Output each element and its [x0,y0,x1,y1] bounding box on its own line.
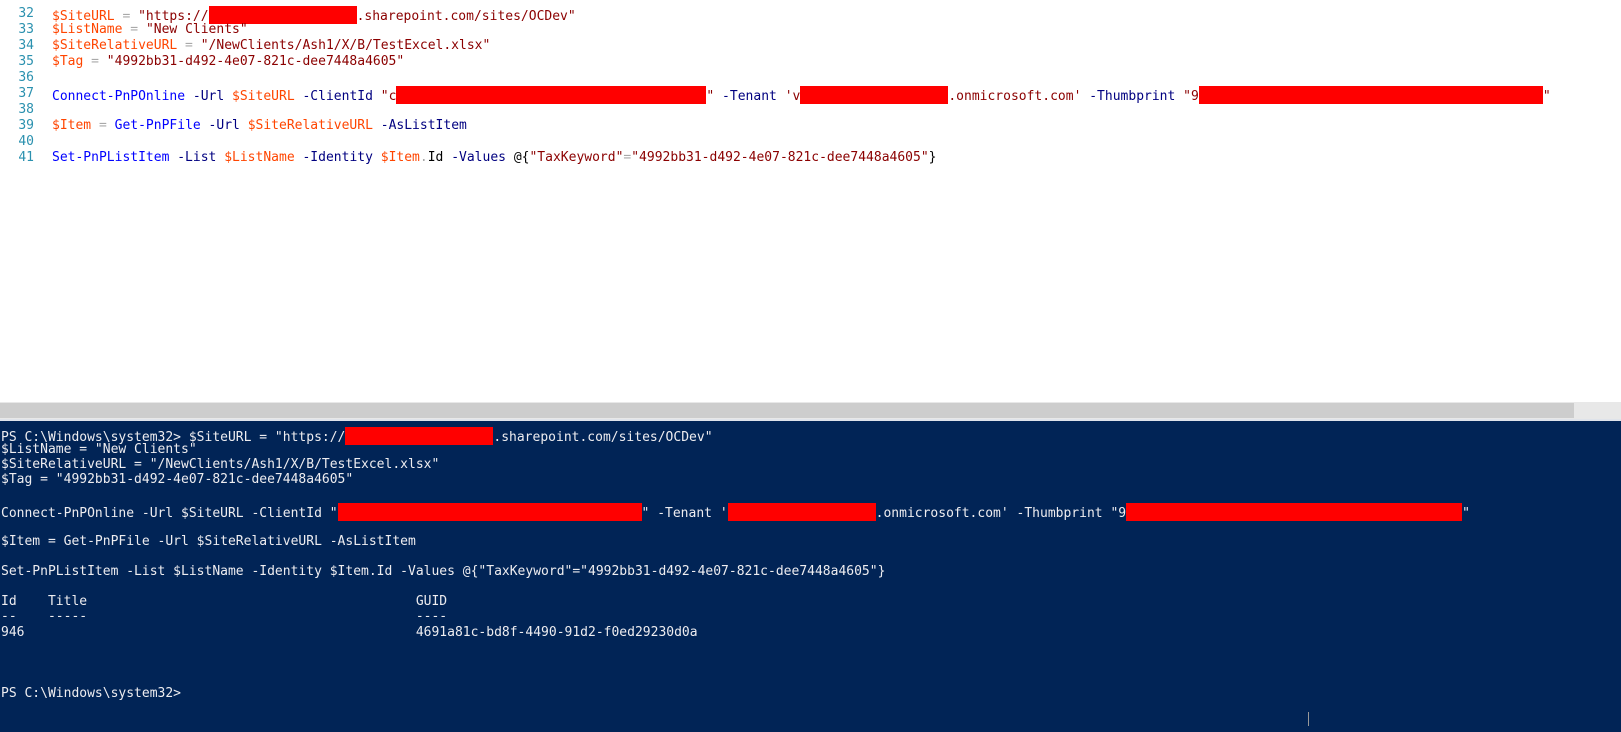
console-line: -- ----- ---- [1,609,447,625]
code-token: Set-PnPListItem [52,150,170,165]
code-token: "c [380,89,397,104]
line-number: 40 [18,134,34,149]
code-text: $ListName = "New Clients" [52,22,248,38]
redaction-box [727,503,876,521]
line-number: 37 [18,86,34,101]
code-text: $Item = Get-PnPFile -Url $SiteRelativeUR… [52,118,467,134]
code-token: -AsListItem [372,118,467,133]
code-token: "TaxKeyword" [529,150,624,165]
console-line: Id Title GUID [1,594,447,610]
line-number: 33 [18,22,34,37]
code-text: $Tag = "4992bb31-d492-4e07-821c-dee7448a… [52,54,404,70]
code-token: = [83,54,107,69]
code-token: . [419,150,428,165]
code-token: "/NewClients/Ash1/X/B/TestExcel.xlsx" [200,38,491,53]
code-token: "9 [1183,89,1199,104]
console-text: $Item = Get-PnPFile -Url $SiteRelativeUR… [1,534,416,549]
code-token: Id [427,150,444,165]
console-line: 946 4691a81c-bd8f-4490-91d2-f0ed29230d0a [1,625,698,641]
console-text: " -Tenant ' [641,506,728,521]
redaction-box [800,86,949,104]
horizontal-scrollbar[interactable] [0,402,1621,419]
code-token: " [1542,89,1551,104]
line-number: 32 [18,6,34,21]
code-token: Get-PnPFile [114,118,201,133]
line-number: 34 [18,38,34,53]
redaction-box [337,503,642,521]
code-token: -Url [200,118,248,133]
line-number: 35 [18,54,34,69]
line-number: 36 [18,70,34,85]
code-text: Connect-PnPOnline -Url $SiteURL -ClientI… [52,86,1551,105]
code-token: .sharepoint.com/sites/OCDev" [356,9,576,24]
code-token: "New Clients" [145,22,248,37]
code-token: -Url [185,89,233,104]
console-text: Id Title GUID [1,594,448,609]
console-line: PS C:\Windows\system32> $SiteURL = "http… [1,427,713,445]
code-token: -Thumbprint [1081,89,1184,104]
code-token: 'v [784,89,801,104]
code-token: "4992bb31-d492-4e07-821c-dee7448a4605" [631,150,929,165]
console-line: PS C:\Windows\system32> [1,686,181,702]
console-text: 946 4691a81c-bd8f-4490-91d2-f0ed29230d0a [1,625,698,640]
code-token: } [928,150,937,165]
code-token: $SiteRelativeURL [52,38,178,53]
code-token: = [91,118,115,133]
code-token: $Item [380,150,420,165]
code-token: $Tag [52,54,84,69]
redaction-box [1198,86,1543,104]
code-token: $Item [52,118,92,133]
code-token: .onmicrosoft.com' [948,89,1082,104]
code-token: @{ [513,150,530,165]
console-line: $Tag = "4992bb31-d492-4e07-821c-dee7448a… [1,472,353,488]
code-token: $ListName [52,22,123,37]
console-text: $Tag = "4992bb31-d492-4e07-821c-dee7448a… [1,472,354,487]
code-token: = [177,38,201,53]
code-token: $SiteRelativeURL [247,118,373,133]
redaction-box [1126,503,1463,521]
console-text: .sharepoint.com/sites/OCDev" [493,430,713,445]
script-editor-pane[interactable]: 32 $SiteURL = "https://.sharepoint.com/si… [0,0,1621,402]
code-token: -Values [443,150,514,165]
console-text: $ListName = "New Clients" [1,442,197,457]
console-text: PS C:\Windows\system32> [1,686,182,701]
line-number: 41 [18,150,34,165]
line-number: 38 [18,102,34,117]
scrollbar-thumb[interactable] [0,403,1574,418]
console-text: -- ----- ---- [1,609,448,624]
console-text: Set-PnPListItem -List $ListName -Identit… [1,564,886,579]
code-token: Connect-PnPOnline [52,89,186,104]
code-token: -List [169,150,225,165]
text-cursor-icon [1308,712,1309,726]
line-number: 39 [18,118,34,133]
console-line: $SiteRelativeURL = "/NewClients/Ash1/X/B… [1,457,439,473]
code-token: $SiteURL [232,89,295,104]
console-line: Set-PnPListItem -List $ListName -Identit… [1,564,885,580]
console-line: $ListName = "New Clients" [1,442,197,458]
console-text: .onmicrosoft.com' -Thumbprint "9 [875,506,1127,521]
console-text: Connect-PnPOnline -Url $SiteURL -ClientI… [1,506,338,521]
code-token: -ClientId [294,89,381,104]
console-text: " [1462,506,1470,521]
console-pane[interactable]: PS C:\Windows\system32> $SiteURL = "http… [0,419,1621,732]
code-token: = [122,22,146,37]
code-token: "4992bb31-d492-4e07-821c-dee7448a4605" [106,54,405,69]
code-token: -Identity [294,150,381,165]
code-text: $SiteRelativeURL = "/NewClients/Ash1/X/B… [52,38,490,54]
code-token: -Tenant [714,89,785,104]
console-line: Connect-PnPOnline -Url $SiteURL -ClientI… [1,503,1470,521]
redaction-box [396,86,707,104]
code-text: Set-PnPListItem -List $ListName -Identit… [52,150,936,166]
console-text: $SiteRelativeURL = "/NewClients/Ash1/X/B… [1,457,440,472]
code-token: $ListName [224,150,295,165]
console-line: $Item = Get-PnPFile -Url $SiteRelativeUR… [1,534,416,550]
redaction-box [345,427,494,445]
